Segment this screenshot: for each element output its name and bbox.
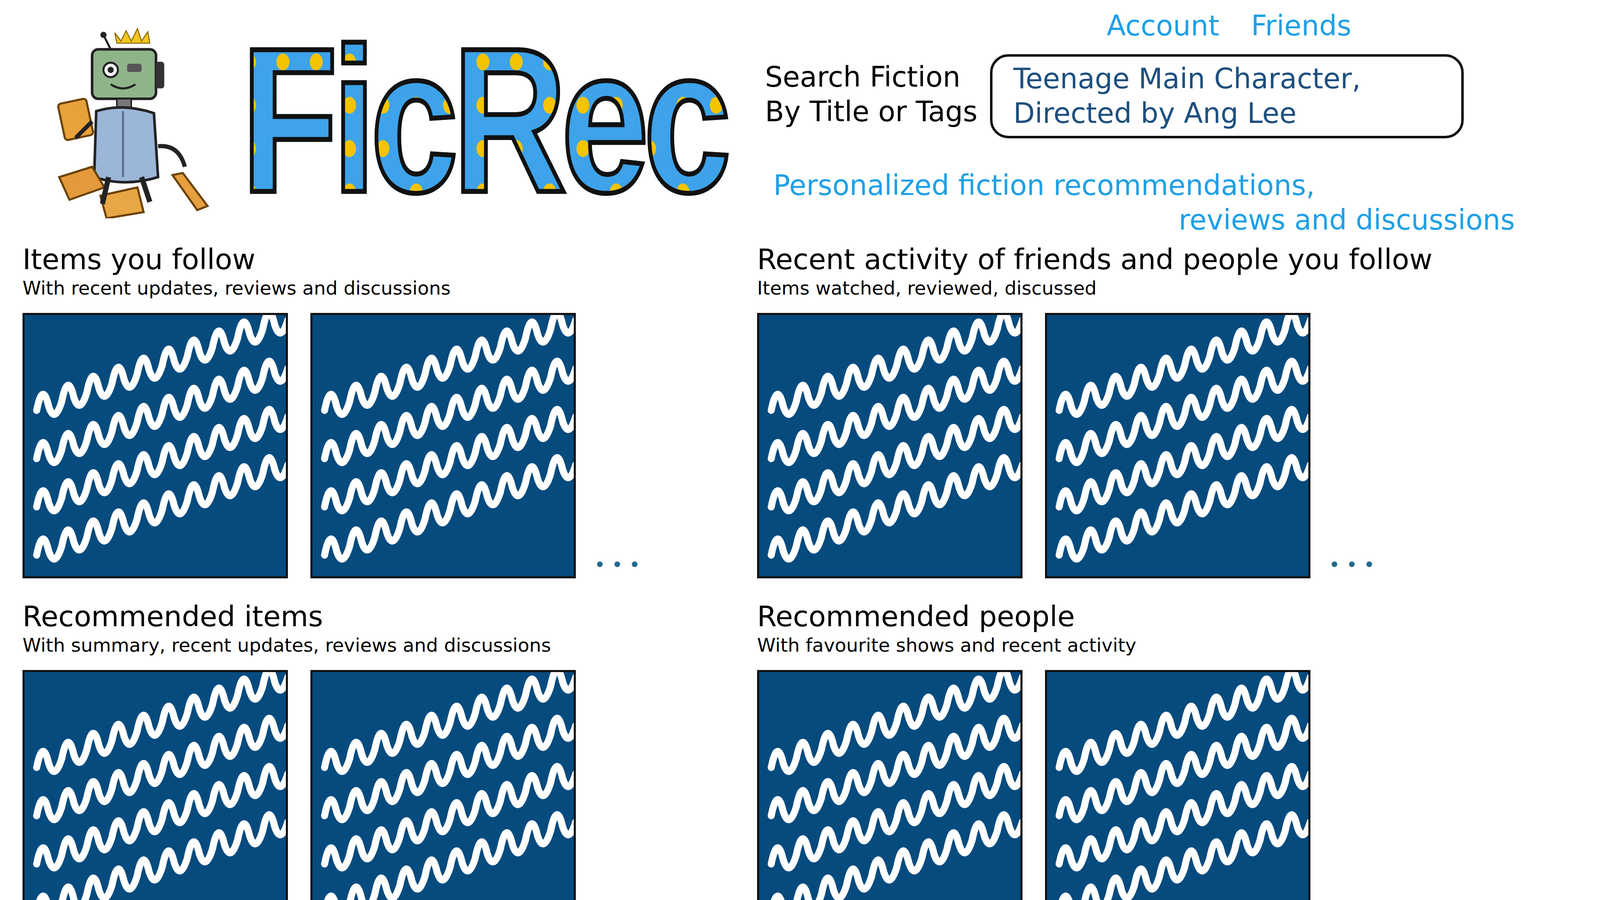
item-card[interactable] — [757, 312, 1023, 579]
tagline-line: Personalized fiction recommendations, — [773, 168, 1315, 203]
item-card[interactable] — [1045, 312, 1311, 579]
section-title: Recommended items — [22, 600, 758, 634]
card-row — [22, 670, 758, 900]
card-row: • • • — [757, 312, 1600, 579]
robot-mascot-icon — [50, 22, 217, 219]
section-title: Recent activity of friends and people yo… — [757, 242, 1600, 277]
section-subtitle: Items watched, reviewed, discussed — [757, 276, 1600, 301]
section-subtitle: With summary, recent updates, reviews an… — [22, 633, 758, 658]
card-row — [757, 670, 1600, 900]
logo[interactable]: FicRec — [50, 22, 742, 219]
more-button[interactable]: • • • — [1328, 553, 1375, 577]
thumbnail-art-icon — [1047, 315, 1309, 577]
tagline-line: reviews and discussions — [1178, 202, 1515, 238]
item-card[interactable] — [1045, 670, 1311, 900]
thumbnail-art-icon — [759, 315, 1021, 577]
thumbnail-art-icon — [312, 672, 574, 900]
section-title: Recommended people — [757, 600, 1600, 634]
section: Recommended peopleWith favourite shows a… — [757, 600, 1600, 900]
section: Recent activity of friends and people yo… — [757, 242, 1600, 579]
item-card[interactable] — [22, 312, 288, 579]
page: FicRec Account Friends Search FictionBy Tit… — [0, 0, 1600, 900]
more-button[interactable]: • • • — [594, 553, 641, 577]
nav-link[interactable]: Friends — [1251, 9, 1352, 43]
sections: Items you followWith recent updates, rev… — [0, 237, 1600, 900]
search-field[interactable]: Teenage Main Character, Directed by Ang … — [990, 54, 1464, 139]
search-label: Search FictionBy Title or Tags — [765, 54, 978, 130]
item-card[interactable] — [22, 670, 288, 900]
wordmark-box: FicRec — [225, 22, 742, 219]
search-row: Search FictionBy Title or TagsTeenage Ma… — [765, 54, 1515, 139]
item-card[interactable] — [310, 670, 576, 900]
tagline: Personalized fiction recommendations,rev… — [765, 168, 1515, 238]
header-right: Account Friends Search FictionBy Title or … — [765, 0, 1515, 238]
section: Items you followWith recent updates, rev… — [22, 242, 758, 579]
header: FicRec Account Friends Search FictionBy Tit… — [0, 0, 1600, 238]
section-title: Items you follow — [22, 242, 758, 277]
section-subtitle: With recent updates, reviews and discuss… — [22, 276, 758, 301]
section: Recommended itemsWith summary, recent up… — [22, 600, 758, 900]
item-card[interactable] — [310, 312, 576, 579]
thumbnail-art-icon — [759, 672, 1021, 900]
thumbnail-art-icon — [24, 672, 286, 900]
thumbnail-art-icon — [24, 315, 286, 577]
thumbnail-art-icon — [312, 315, 574, 577]
section-subtitle: With favourite shows and recent activity — [757, 633, 1600, 658]
thumbnail-art-icon — [1047, 672, 1309, 900]
card-row: • • • — [22, 312, 758, 579]
nav-bar: Account Friends — [765, 9, 1515, 43]
item-card[interactable] — [757, 670, 1023, 900]
nav-link[interactable]: Account — [1106, 9, 1220, 43]
wordmark: FicRec — [232, 0, 734, 244]
